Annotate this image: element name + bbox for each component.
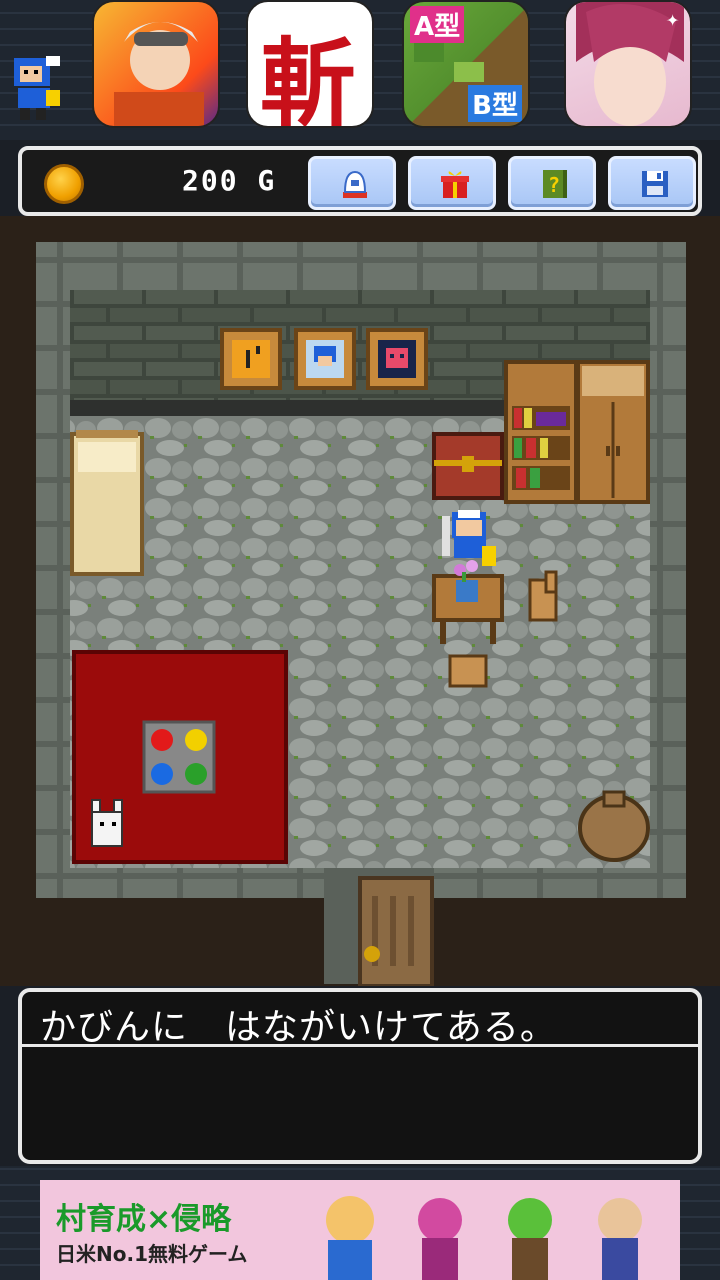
zan-app-icon[interactable]: 斬 [246, 0, 374, 128]
knight-mascot-icon [14, 56, 60, 120]
picture-frame-3 [366, 328, 428, 390]
banner-subtitle: 日米No.1無料ゲーム [56, 1242, 248, 1266]
banner-title: 村育成×侵略 [56, 1202, 232, 1237]
hint-book-icon: ? [543, 170, 567, 198]
bottom-ad-strip: 村育成×侵略 日米No.1無料ゲーム [0, 1166, 720, 1280]
yellow-button-icon [185, 729, 207, 751]
coin-icon [44, 164, 84, 204]
anime-warrior-app-icon[interactable] [92, 0, 220, 128]
equipment-button[interactable] [308, 156, 396, 210]
svg-text:?: ? [548, 173, 560, 197]
stool [448, 654, 488, 688]
top-ad-strip: 斬 A型 B型 ✦ [0, 0, 720, 140]
blue-button-icon [151, 763, 173, 785]
helmet-icon [343, 170, 367, 198]
status-bar: 200 G ? [18, 146, 702, 216]
ad-banner[interactable]: 村育成×侵略 日米No.1無料ゲーム [40, 1180, 680, 1280]
picture-frame-2 [294, 328, 356, 390]
message-text: かびんに はながいけてある。 [40, 1007, 557, 1048]
gift-icon [441, 171, 469, 198]
game-room-scene[interactable] [0, 216, 720, 986]
message-divider [22, 1044, 698, 1047]
zan-caption: 斬 [260, 28, 356, 128]
gold-counter: 200 G [182, 164, 277, 197]
wardrobe [576, 360, 650, 504]
message-window[interactable]: かびんに はながいけてある。 [18, 988, 702, 1164]
banner-characters-icon [326, 1196, 642, 1280]
chair-right [528, 570, 558, 622]
treasure-chest [432, 432, 504, 500]
bed [70, 430, 144, 576]
bookshelf [504, 360, 578, 504]
save-icon [642, 171, 668, 197]
type-b-caption: B型 [468, 85, 522, 122]
type-a-caption: A型 [410, 6, 465, 43]
save-button[interactable] [608, 156, 696, 210]
gift-button[interactable] [408, 156, 496, 210]
picture-frame-1 [220, 328, 282, 390]
red-button-icon [151, 729, 173, 751]
door-knob-icon [364, 946, 380, 962]
green-button-icon [185, 763, 207, 785]
otome-app-icon[interactable]: ✦ [564, 0, 692, 128]
farm-ab-app-icon[interactable]: A型 B型 [402, 0, 530, 128]
svg-text:✦: ✦ [666, 7, 679, 32]
hint-button[interactable]: ? [508, 156, 596, 210]
